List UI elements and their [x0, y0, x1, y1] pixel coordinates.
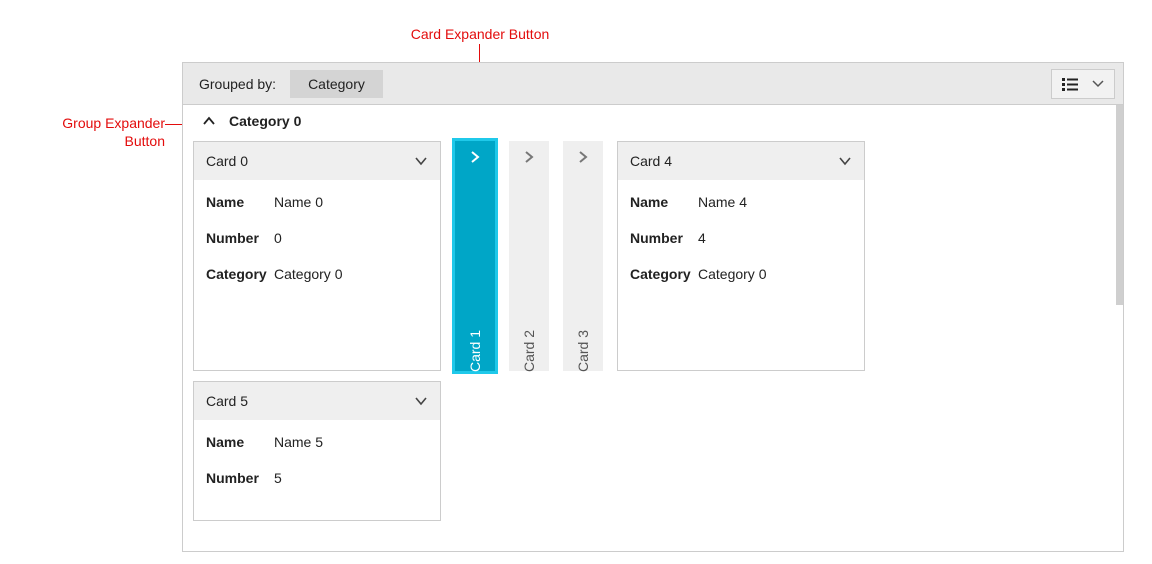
card-expander-button[interactable]: [519, 147, 539, 167]
card-0-title: Card 0: [206, 153, 248, 169]
field-row-number: Number 0: [204, 220, 430, 256]
field-row-name: Name Name 0: [204, 184, 430, 220]
card-3-title: Card 3: [575, 330, 591, 372]
field-value-number: 0: [274, 230, 282, 246]
card-2-title: Card 2: [521, 330, 537, 372]
field-value-name: Name 5: [274, 434, 323, 450]
card-collapse-button[interactable]: [838, 156, 852, 166]
chevron-down-icon: [1092, 80, 1104, 88]
field-label-number: Number: [630, 230, 698, 246]
card-4[interactable]: Card 4 Name Name 4 Number 4 Cate: [617, 141, 865, 371]
group-expander-button[interactable]: [201, 113, 217, 129]
field-row-category: Category Category 0: [628, 256, 854, 292]
group-field-chip[interactable]: Category: [290, 70, 383, 98]
field-label-name: Name: [630, 194, 698, 210]
field-value-number: 4: [698, 230, 706, 246]
card-4-body: Name Name 4 Number 4 Category Category 0: [618, 180, 864, 302]
field-row-name: Name Name 5: [204, 424, 430, 460]
card-4-title: Card 4: [630, 153, 672, 169]
card-expander-button[interactable]: [573, 147, 593, 167]
field-value-category: Category 0: [698, 266, 766, 282]
card-collapse-button[interactable]: [414, 156, 428, 166]
field-row-category: Category Category 0: [204, 256, 430, 292]
card-expander-button[interactable]: [465, 147, 485, 167]
card-4-header: Card 4: [618, 142, 864, 180]
chevron-down-icon: [414, 156, 428, 166]
card-view-panel: Grouped by: Category: [182, 62, 1124, 552]
card-0-body: Name Name 0 Number 0 Category Category 0: [194, 180, 440, 302]
card-collapse-button[interactable]: [414, 396, 428, 406]
annotation-group-expander: Group Expander Button: [20, 114, 165, 150]
group-title: Category 0: [229, 113, 301, 129]
vertical-scrollbar[interactable]: [1116, 105, 1123, 551]
field-label-number: Number: [206, 470, 274, 486]
cards-row-1: Card 0 Name Name 0 Number 0 Cate: [183, 137, 1123, 381]
grouped-by-label: Grouped by:: [199, 76, 276, 92]
card-5-title: Card 5: [206, 393, 248, 409]
content-area: Category 0 Card 0 Name Name 0: [183, 105, 1123, 551]
field-label-category: Category: [206, 266, 274, 282]
card-1-title: Card 1: [467, 330, 483, 372]
field-value-category: Category 0: [274, 266, 342, 282]
card-0[interactable]: Card 0 Name Name 0 Number 0 Cate: [193, 141, 441, 371]
card-5[interactable]: Card 5 Name Name 5 Number 5: [193, 381, 441, 521]
card-3-collapsed[interactable]: Card 3: [563, 141, 603, 371]
group-header: Category 0: [183, 105, 1123, 137]
scroll-thumb[interactable]: [1116, 105, 1123, 305]
card-2-collapsed[interactable]: Card 2: [509, 141, 549, 371]
group-toolbar: Grouped by: Category: [183, 63, 1123, 105]
chevron-right-icon: [577, 150, 589, 164]
view-options-dropdown[interactable]: [1051, 69, 1115, 99]
field-value-number: 5: [274, 470, 282, 486]
card-1-collapsed[interactable]: Card 1: [455, 141, 495, 371]
field-value-name: Name 0: [274, 194, 323, 210]
card-5-header: Card 5: [194, 382, 440, 420]
chevron-up-icon: [202, 116, 216, 126]
annotation-card-expander: Card Expander Button: [380, 25, 580, 43]
chevron-down-icon: [838, 156, 852, 166]
field-label-name: Name: [206, 434, 274, 450]
chevron-right-icon: [523, 150, 535, 164]
chevron-right-icon: [469, 150, 481, 164]
field-row-name: Name Name 4: [628, 184, 854, 220]
field-label-number: Number: [206, 230, 274, 246]
list-view-icon: [1062, 77, 1078, 91]
card-0-header: Card 0: [194, 142, 440, 180]
field-row-number: Number 5: [204, 460, 430, 496]
field-label-category: Category: [630, 266, 698, 282]
cards-row-2: Card 5 Name Name 5 Number 5: [183, 381, 1123, 531]
card-5-body: Name Name 5 Number 5: [194, 420, 440, 506]
chevron-down-icon: [414, 396, 428, 406]
field-label-name: Name: [206, 194, 274, 210]
field-value-name: Name 4: [698, 194, 747, 210]
field-row-number: Number 4: [628, 220, 854, 256]
